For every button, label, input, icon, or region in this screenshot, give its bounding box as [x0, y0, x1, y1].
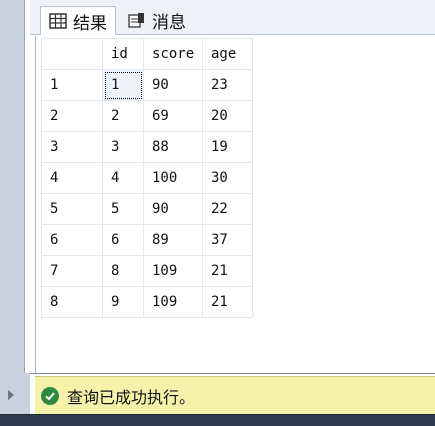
check-circle-icon [41, 387, 59, 405]
tab-messages-label: 消息 [152, 12, 186, 33]
left-panel-frame [0, 0, 31, 425]
tab-results-label: 结果 [73, 13, 107, 34]
bottom-frame [0, 414, 435, 426]
row-number-header [41, 38, 103, 70]
cell-score[interactable]: 88 [143, 131, 203, 163]
column-header-id[interactable]: id [102, 38, 144, 70]
cell-age[interactable]: 21 [202, 255, 253, 287]
table-row: 6 6 89 37 [41, 224, 253, 256]
table-row: 5 5 90 22 [41, 193, 253, 225]
messages-icon [128, 13, 144, 28]
cell-age[interactable]: 30 [202, 162, 253, 194]
grid-icon [49, 13, 67, 29]
column-header-age[interactable]: age [202, 38, 253, 70]
row-number[interactable]: 5 [41, 193, 103, 225]
status-bar: 查询已成功执行。 [35, 376, 435, 415]
tab-messages[interactable]: 消息 [120, 6, 194, 34]
cell-score[interactable]: 90 [143, 193, 203, 225]
cell-age[interactable]: 21 [202, 286, 253, 318]
status-message: 查询已成功执行。 [67, 388, 196, 407]
results-tab-bar: 结果 消息 [30, 0, 435, 35]
table-row: 4 4 100 30 [41, 162, 253, 194]
cell-age[interactable]: 22 [202, 193, 253, 225]
cell-id[interactable]: 6 [102, 224, 144, 256]
status-separator [30, 373, 435, 374]
cell-id[interactable]: 2 [102, 100, 144, 132]
results-table: id score age 1 1 90 23 2 2 69 20 3 3 88 [41, 38, 253, 318]
cell-id[interactable]: 9 [102, 286, 144, 318]
cell-age[interactable]: 37 [202, 224, 253, 256]
cell-id[interactable]: 1 [102, 69, 144, 101]
cell-age[interactable]: 19 [202, 131, 253, 163]
cell-age[interactable]: 23 [202, 69, 253, 101]
tab-results[interactable]: 结果 [40, 6, 116, 35]
cell-score[interactable]: 89 [143, 224, 203, 256]
cell-score[interactable]: 69 [143, 100, 203, 132]
left-panel-edge [24, 0, 31, 373]
scroll-right-arrow-icon[interactable] [8, 390, 14, 400]
table-row: 8 9 109 21 [41, 286, 253, 318]
table-row: 7 8 109 21 [41, 255, 253, 287]
table-row: 1 1 90 23 [41, 69, 253, 101]
cell-score[interactable]: 100 [143, 162, 203, 194]
cell-score[interactable]: 90 [143, 69, 203, 101]
row-number[interactable]: 4 [41, 162, 103, 194]
cell-id[interactable]: 8 [102, 255, 144, 287]
table-row: 3 3 88 19 [41, 131, 253, 163]
table-row: 2 2 69 20 [41, 100, 253, 132]
cell-score[interactable]: 109 [143, 286, 203, 318]
row-number[interactable]: 6 [41, 224, 103, 256]
cell-id[interactable]: 4 [102, 162, 144, 194]
row-number[interactable]: 2 [41, 100, 103, 132]
table-header-row: id score age [41, 38, 253, 70]
row-number[interactable]: 7 [41, 255, 103, 287]
results-grid[interactable]: id score age 1 1 90 23 2 2 69 20 3 3 88 [35, 36, 435, 374]
cell-age[interactable]: 20 [202, 100, 253, 132]
row-number[interactable]: 1 [41, 69, 103, 101]
row-number[interactable]: 3 [41, 131, 103, 163]
cell-id[interactable]: 5 [102, 193, 144, 225]
row-number[interactable]: 8 [41, 286, 103, 318]
cell-id[interactable]: 3 [102, 131, 144, 163]
column-header-score[interactable]: score [143, 38, 203, 70]
cell-score[interactable]: 109 [143, 255, 203, 287]
